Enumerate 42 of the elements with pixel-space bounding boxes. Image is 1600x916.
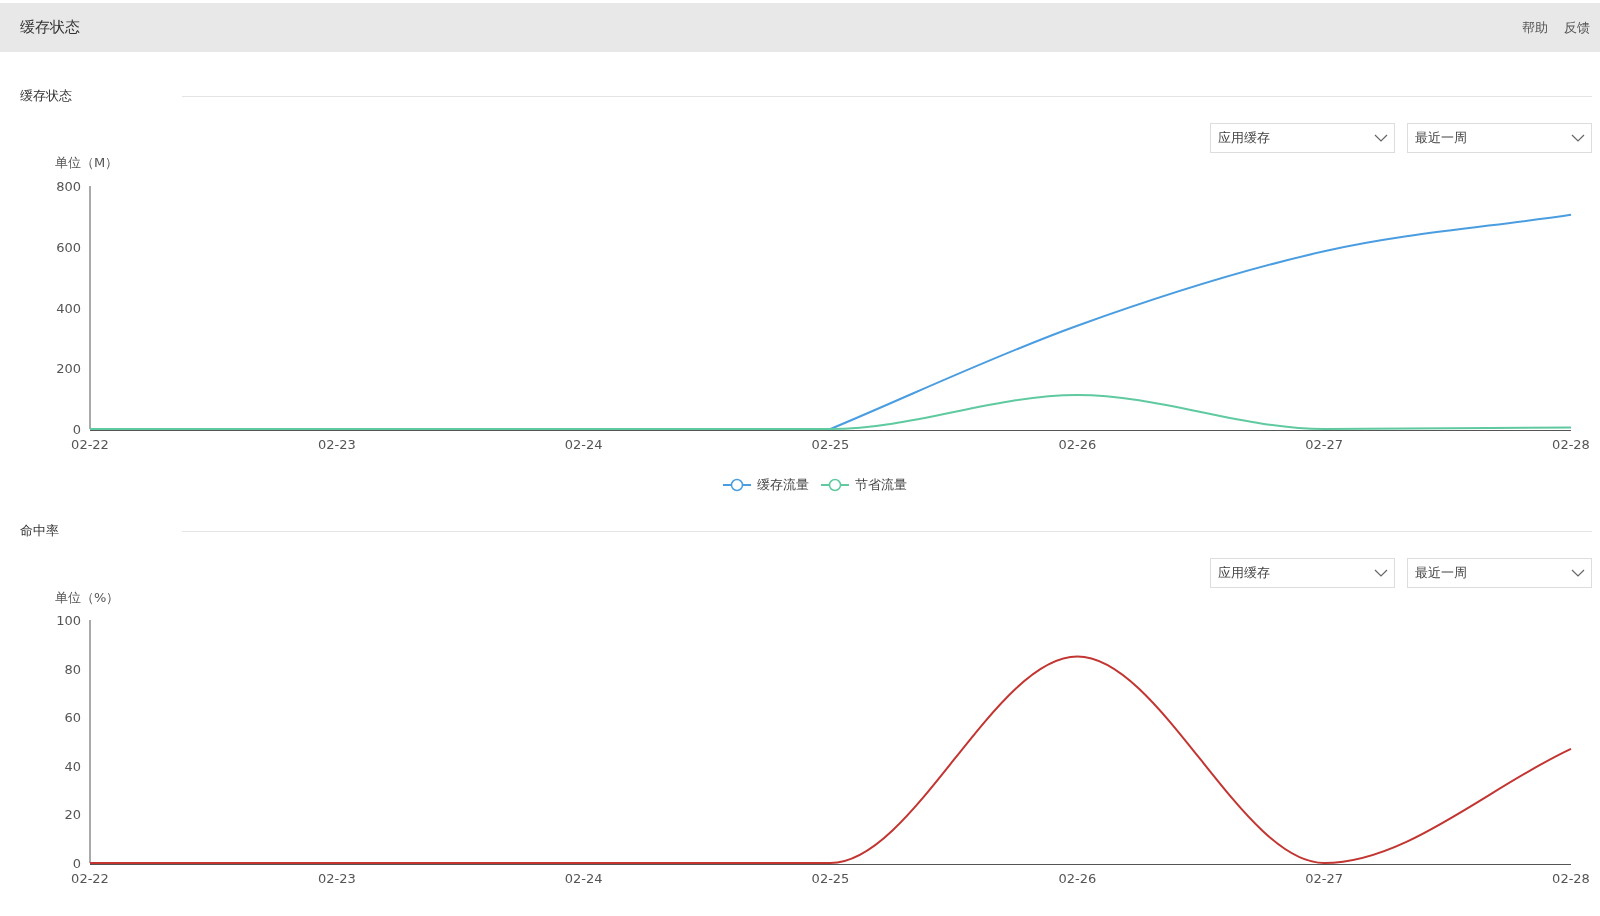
x-tick-label: 02-27 (1305, 437, 1344, 452)
dropdown-select[interactable]: 最近一周 (1407, 123, 1592, 153)
chevron-down-icon (1571, 134, 1585, 142)
dropdown-select[interactable]: 应用缓存 (1210, 123, 1395, 153)
y-tick-label: 200 (56, 361, 81, 377)
chevron-down-icon (1374, 569, 1388, 577)
y-tick-label: 0 (72, 856, 81, 871)
x-tick-label: 02-23 (317, 871, 356, 886)
x-tick-label: 02-24 (564, 871, 603, 886)
y-tick-label: 400 (56, 300, 81, 316)
y-tick-label: 20 (64, 807, 81, 823)
y-tick-label: 600 (56, 239, 81, 255)
y-tick-label: 40 (64, 758, 81, 774)
axis-unit-label: 单位（M） (55, 155, 119, 170)
chevron-down-icon (1374, 134, 1388, 142)
x-tick-label: 02-22 (71, 871, 109, 886)
x-tick-label: 02-26 (1058, 437, 1097, 452)
legend-label: 缓存流量 (757, 476, 809, 494)
dropdown-select[interactable]: 应用缓存 (1210, 558, 1395, 588)
chevron-down-icon (1571, 569, 1585, 577)
dropdown-select[interactable]: 最近一周 (1407, 558, 1592, 588)
x-tick-label: 02-22 (71, 437, 109, 452)
x-tick-label: 02-26 (1058, 871, 1097, 886)
x-tick-label: 02-25 (811, 871, 850, 886)
y-tick-label: 0 (72, 422, 81, 437)
x-tick-label: 02-28 (1552, 437, 1590, 452)
header-link[interactable]: 帮助 (1522, 18, 1548, 37)
y-tick-label: 100 (56, 613, 81, 628)
x-tick-label: 02-23 (317, 437, 356, 452)
x-tick-label: 02-25 (811, 437, 850, 452)
section-title: 缓存状态 (20, 87, 73, 105)
y-tick-label: 80 (64, 661, 81, 677)
x-tick-label: 02-27 (1305, 871, 1344, 886)
x-tick-label: 02-24 (564, 437, 603, 452)
y-tick-label: 60 (64, 710, 81, 726)
x-tick-label: 02-28 (1552, 871, 1590, 886)
y-tick-label: 800 (56, 179, 81, 194)
header-link[interactable]: 反馈 (1564, 18, 1590, 37)
legend-label: 节省流量 (855, 476, 907, 494)
axis-unit-label: 单位（%） (55, 590, 120, 605)
page-title: 缓存状态 (20, 18, 80, 37)
section-title: 命中率 (20, 522, 60, 540)
